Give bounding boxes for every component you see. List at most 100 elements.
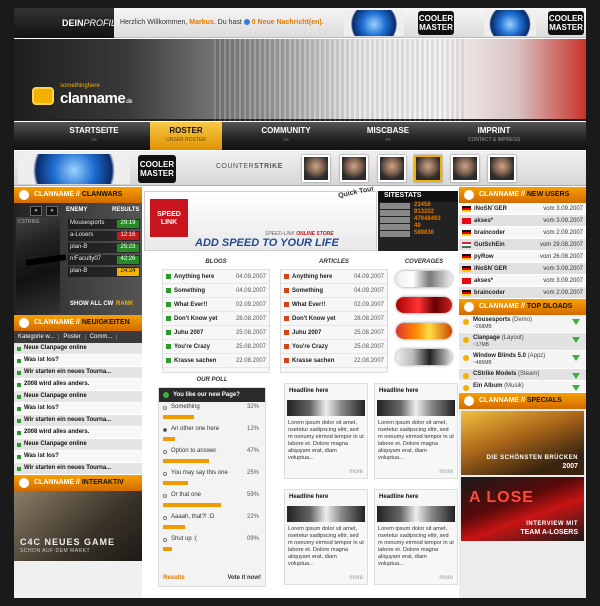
player-avatar[interactable] xyxy=(340,155,368,182)
player-avatar[interactable] xyxy=(302,155,330,182)
news-item[interactable]: Wir starten ein neues Tourna... xyxy=(14,415,142,427)
user-row[interactable]: iNoSN`GER vom 3.09.2007 xyxy=(459,203,586,215)
username-link[interactable]: Markus xyxy=(189,19,214,26)
special-banner[interactable]: DIE SCHÖNSTEN BRÜCKEN 2007 xyxy=(461,411,584,475)
clanwar-row[interactable]: Mousesports 29:19 xyxy=(68,219,140,229)
clanwar-row[interactable]: n!Faculty07 42:26 xyxy=(68,255,140,265)
clanwar-row[interactable]: plan-B 25:23 xyxy=(68,243,140,253)
user-row[interactable]: iNoSN`GER vom 3.09.2007 xyxy=(459,263,586,275)
featured-article[interactable]: Headline here Lorem ipsum dolor sit amet,… xyxy=(374,383,458,479)
sponsor-logo[interactable]: COOLER MASTER xyxy=(548,11,584,35)
user-row[interactable]: akses* vom 3.09.2007 xyxy=(459,275,586,287)
radio-button[interactable] xyxy=(163,450,167,454)
featured-article[interactable]: Headline here Lorem ipsum dolor sit amet,… xyxy=(284,489,368,585)
coverage-thumb[interactable] xyxy=(396,297,452,313)
player-avatar[interactable] xyxy=(451,155,479,182)
news-item[interactable]: 2008 wird alles anders. xyxy=(14,379,142,391)
user-row[interactable]: GutSchEin vom 29.08.2007 xyxy=(459,239,586,251)
blog-item[interactable]: Krasse sachen 22.08.2007 xyxy=(163,354,269,368)
quick-tour-link[interactable]: Quick Tour xyxy=(337,185,374,199)
download-arrow-icon[interactable] xyxy=(572,373,580,379)
download-arrow-icon[interactable] xyxy=(572,319,580,325)
poll-option[interactable]: You may say this one 25% xyxy=(159,468,265,490)
news-item[interactable]: Was ist los? xyxy=(14,451,142,463)
interaktiv-banner[interactable]: C4C NEUES GAME SCHON AUF DEM MARKT xyxy=(14,491,142,561)
radio-button[interactable] xyxy=(163,406,167,410)
blog-item[interactable]: Something 04.09.2007 xyxy=(163,284,269,298)
filter-poster[interactable]: Poster xyxy=(59,334,86,340)
blog-item[interactable]: You're Crazy 25.08.2007 xyxy=(163,340,269,354)
download-item[interactable]: Window Blinds 5.0 (Appz) ~486MB xyxy=(459,351,586,369)
download-item[interactable]: CStrike Models (Steam) xyxy=(459,369,586,381)
prev-button[interactable]: « xyxy=(30,206,42,216)
next-button[interactable]: » xyxy=(46,206,58,216)
blog-item[interactable]: What Ever!! 02.09.2007 xyxy=(163,298,269,312)
download-item[interactable]: Mousesports (Demo) ~268MB xyxy=(459,315,586,333)
nav-imprint[interactable]: IMPRINT CONTACT & IMPRESS xyxy=(454,122,534,150)
radio-button[interactable] xyxy=(163,516,167,520)
featured-article[interactable]: Headline here Lorem ipsum dolor sit amet,… xyxy=(374,489,458,585)
coverage-thumb[interactable] xyxy=(396,349,452,365)
article-item[interactable]: Krasse sachen 22.08.2007 xyxy=(281,354,387,368)
news-item[interactable]: Was ist los? xyxy=(14,355,142,367)
blog-item[interactable]: Don't Know yet 28.08.2007 xyxy=(163,312,269,326)
download-arrow-icon[interactable] xyxy=(572,355,580,361)
nav-community[interactable]: COMMUNITY »» xyxy=(250,122,322,150)
poll-option[interactable]: Shut up :(09% xyxy=(159,534,265,556)
nav-roster[interactable]: ROSTER UNSER ROSTER xyxy=(150,122,222,150)
more-link[interactable]: more xyxy=(439,469,453,475)
news-item[interactable]: 2008 wird alles anders. xyxy=(14,427,142,439)
player-avatar[interactable] xyxy=(488,155,516,182)
news-item[interactable]: Neue Clanpage online xyxy=(14,439,142,451)
more-link[interactable]: more xyxy=(349,575,363,581)
nav-miscbase[interactable]: MISCBASE »» xyxy=(352,122,424,150)
radio-button[interactable] xyxy=(163,538,167,542)
speedlink-banner[interactable]: SPEED LINK Quick Tour SPEED-LINK ONLINE … xyxy=(144,185,377,251)
filter-category[interactable]: Kategorie w... xyxy=(14,334,60,340)
poll-option[interactable]: Or that one 59% xyxy=(159,490,265,512)
poll-option[interactable]: Option to answer 47% xyxy=(159,446,265,468)
user-row[interactable]: akses* vom 3.09.2007 xyxy=(459,215,586,227)
clanwar-row[interactable]: plan-B 24:24 xyxy=(68,267,140,277)
player-avatar[interactable] xyxy=(378,155,406,182)
user-row[interactable]: braincoder vom 2.09.2007 xyxy=(459,287,586,299)
download-item[interactable]: Ein Album (Musik) xyxy=(459,381,586,393)
rank-link[interactable]: RANK xyxy=(116,301,133,307)
user-row[interactable]: braincoder vom 2.09.2007 xyxy=(459,227,586,239)
filter-comments[interactable]: Comm... xyxy=(86,334,118,340)
user-row[interactable]: pyRow vom 26.08.2007 xyxy=(459,251,586,263)
sponsor-logo[interactable]: COOLER MASTER xyxy=(418,11,454,35)
poll-option[interactable]: Aaaah, that?! :D 22% xyxy=(159,512,265,534)
article-item[interactable]: Don't Know yet 28.08.2007 xyxy=(281,312,387,326)
player-avatar[interactable] xyxy=(414,155,442,182)
featured-article[interactable]: Headline here Lorem ipsum dolor sit amet,… xyxy=(284,383,368,479)
download-item[interactable]: Clanpage (Layout) ~17MB xyxy=(459,333,586,351)
article-item[interactable]: Juhu 2007 25.08.2007 xyxy=(281,326,387,340)
blog-item[interactable]: Anything here 04.09.2007 xyxy=(163,270,269,284)
special-banner[interactable]: A LOSE INTERVIEW MIT TEAM A-LOSERS xyxy=(461,477,584,541)
news-item[interactable]: Wir starten ein neues Tourna... xyxy=(14,367,142,379)
news-item[interactable]: Neue Clanpage online xyxy=(14,343,142,355)
poll-option[interactable]: Something 32% xyxy=(159,402,265,424)
results-link[interactable]: Results xyxy=(163,575,185,583)
download-arrow-icon[interactable] xyxy=(572,385,580,391)
clan-logo[interactable]: somethinghere clanname.de xyxy=(32,83,133,108)
news-item[interactable]: Was ist los? xyxy=(14,403,142,415)
article-item[interactable]: You're Crazy 25.08.2007 xyxy=(281,340,387,354)
article-item[interactable]: Anything here 04.09.2007 xyxy=(281,270,387,284)
radio-button[interactable] xyxy=(163,472,167,476)
sponsor-logo[interactable]: COOLER MASTER xyxy=(138,155,176,183)
coverage-thumb[interactable] xyxy=(396,323,452,339)
article-item[interactable]: What Ever!! 02.09.2007 xyxy=(281,298,387,312)
download-arrow-icon[interactable] xyxy=(572,337,580,343)
news-item[interactable]: Neue Clanpage online xyxy=(14,391,142,403)
article-item[interactable]: Something 04.09.2007 xyxy=(281,284,387,298)
blog-item[interactable]: Juhu 2007 25.08.2007 xyxy=(163,326,269,340)
poll-option[interactable]: An other one here 12% xyxy=(159,424,265,446)
news-item[interactable]: Wir starten ein neues Tourna... xyxy=(14,463,142,475)
radio-button[interactable] xyxy=(163,428,167,432)
messages-link[interactable]: 0 Neue Nachricht(en). xyxy=(252,19,324,26)
more-link[interactable]: more xyxy=(349,469,363,475)
profile-tab[interactable]: DEINPROFIL xyxy=(14,8,116,38)
radio-button[interactable] xyxy=(163,494,167,498)
